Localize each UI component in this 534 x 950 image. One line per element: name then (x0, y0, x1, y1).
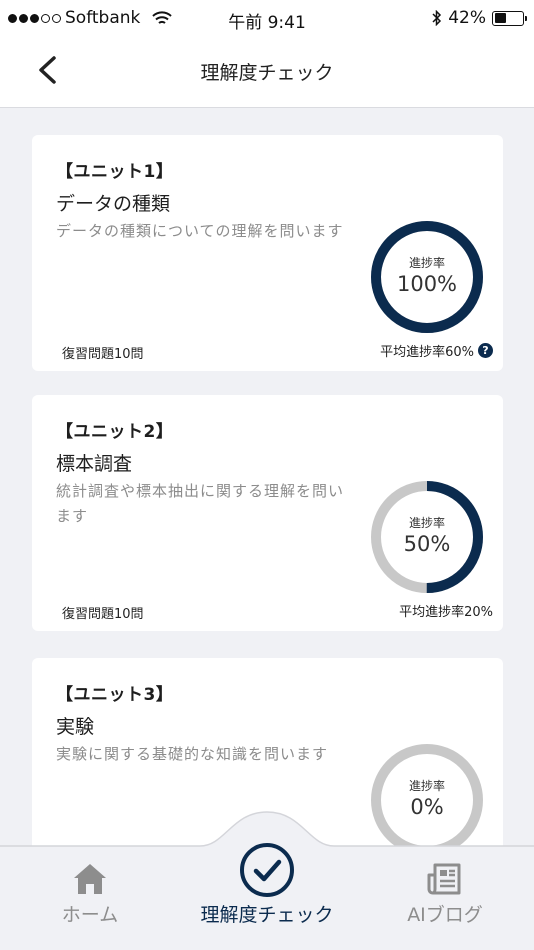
bluetooth-icon (432, 10, 442, 26)
unit-label: 【ユニット2】 (56, 422, 174, 442)
status-right: 42% (432, 8, 527, 28)
unit-title: 実験 (56, 716, 95, 738)
review-count: 復習問題10問 (62, 607, 144, 622)
progress-ring: 進捗率 50% (370, 480, 484, 594)
progress-label: 進捗率 (408, 516, 445, 530)
tab-blog[interactable]: AIブログ (395, 862, 495, 927)
page-title: 理解度チェック (200, 62, 334, 84)
newspaper-icon (427, 863, 461, 895)
unit-card-1[interactable]: 【ユニット1】 データの種類 データの種類についての理解を問います 進捗率 10… (32, 135, 503, 371)
unit-label: 【ユニット1】 (56, 162, 174, 182)
unit-description: データの種類についての理解を問います (56, 222, 344, 240)
nav-bar: 理解度チェック (0, 36, 534, 108)
status-bar: Softbank 午前 9:41 42% (0, 0, 534, 36)
review-count: 復習問題10問 (62, 347, 144, 362)
tab-label: 理解度チェック (200, 904, 334, 926)
battery-fill (494, 13, 506, 23)
battery-percent: 42% (448, 8, 486, 28)
unit-description: 統計調査や標本抽出に関する理解を問います (56, 482, 345, 525)
unit-label: 【ユニット3】 (56, 685, 174, 705)
average-progress-text: 平均進捗率20% (399, 605, 493, 620)
average-progress-text: 平均進捗率60% (380, 345, 474, 360)
check-circle-icon (240, 843, 294, 897)
progress-label: 進捗率 (408, 779, 445, 793)
tab-check[interactable]: 理解度チェック (187, 842, 347, 927)
progress-ring: 進捗率 100% (370, 220, 484, 334)
unit-title: 標本調査 (56, 453, 133, 475)
tab-bar: ホーム 理解度チェック AIブログ (0, 811, 534, 950)
average-progress: 平均進捗率20% (399, 601, 493, 620)
progress-value: 50% (403, 532, 451, 556)
tab-label: ホーム (61, 904, 119, 926)
tab-home[interactable]: ホーム (48, 862, 132, 927)
unit-title: データの種類 (56, 193, 171, 215)
unit-list: 【ユニット1】 データの種類 データの種類についての理解を問います 進捗率 10… (0, 108, 534, 846)
tab-label: AIブログ (407, 904, 483, 926)
progress-label: 進捗率 (408, 256, 445, 270)
unit-card-2[interactable]: 【ユニット2】 標本調査 統計調査や標本抽出に関する理解を問います 進捗率 50… (32, 395, 503, 631)
progress-value: 100% (396, 272, 458, 296)
average-progress: 平均進捗率60% ? (380, 341, 493, 360)
battery-icon (492, 10, 527, 26)
help-icon[interactable]: ? (478, 343, 493, 358)
home-icon (74, 864, 106, 894)
unit-description: 実験に関する基礎的な知識を問います (56, 745, 329, 763)
